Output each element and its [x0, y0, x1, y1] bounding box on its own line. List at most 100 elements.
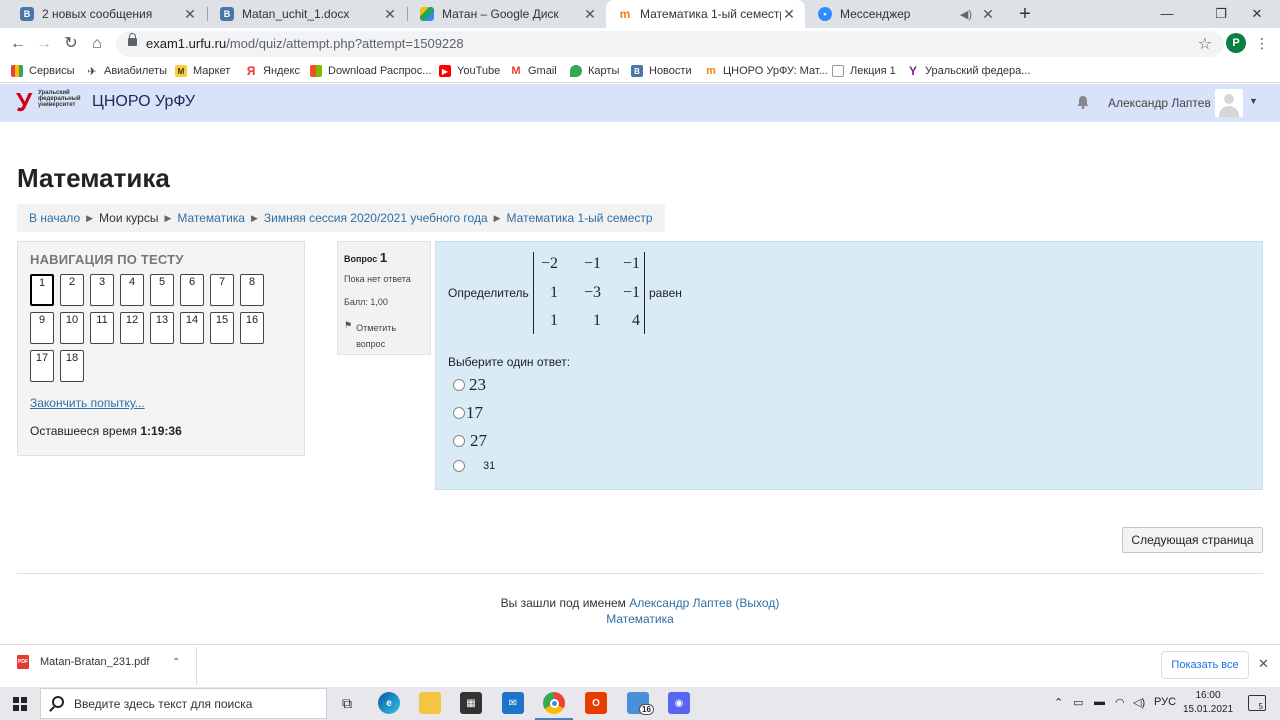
question-nav-button[interactable]: 10: [60, 312, 84, 344]
close-icon[interactable]: ✕: [582, 6, 598, 23]
close-icon[interactable]: ✕: [781, 6, 797, 23]
bookmark-gmail[interactable]: M Gmail: [510, 63, 556, 79]
question-nav-button[interactable]: 16: [240, 312, 264, 344]
taskbar-clock[interactable]: 16:00 15.01.2021: [1180, 689, 1236, 717]
profile-avatar[interactable]: P: [1226, 33, 1246, 53]
volume-icon[interactable]: ◁): [1133, 696, 1145, 709]
user-avatar[interactable]: [1215, 89, 1243, 117]
close-icon[interactable]: ✕: [1258, 656, 1269, 672]
browser-tab-4-active[interactable]: m Математика 1-ый семестр ✕: [606, 0, 805, 28]
question-nav-button[interactable]: 8: [240, 274, 264, 306]
answer-radio[interactable]: [453, 460, 465, 472]
bookmark-youtube[interactable]: ▶ YouTube: [439, 63, 500, 79]
close-icon[interactable]: ✕: [980, 6, 996, 23]
taskbar-search-input[interactable]: Введите здесь текст для поиска: [40, 688, 327, 719]
question-nav-button[interactable]: 4: [120, 274, 144, 306]
bookmark-tsnoro[interactable]: m ЦНОРО УрФУ: Мат...: [705, 63, 828, 79]
forward-button[interactable]: →: [33, 33, 55, 55]
browser-tab-5[interactable]: ▪ Мессенджер ◀) ✕: [806, 0, 1004, 28]
question-nav-button[interactable]: 18: [60, 350, 84, 382]
browser-tab-2[interactable]: B Matan_uchit_1.docx ✕: [208, 0, 406, 28]
breadcrumb-course[interactable]: Математика: [177, 211, 245, 225]
bookmark-star-icon[interactable]: ☆: [1198, 34, 1212, 54]
question-nav-button[interactable]: 7: [210, 274, 234, 306]
file-explorer-icon[interactable]: [419, 692, 441, 714]
answer-radio[interactable]: [453, 407, 465, 419]
question-nav-button[interactable]: 14: [180, 312, 204, 344]
next-page-button[interactable]: Следующая страница: [1122, 527, 1263, 553]
bookmark-download[interactable]: Download Распрос...: [310, 63, 431, 79]
browser-menu-icon[interactable]: ⋮: [1255, 34, 1269, 52]
store-icon[interactable]: ▦: [460, 692, 482, 714]
answer-option[interactable]: [453, 407, 465, 419]
answer-option[interactable]: [453, 379, 465, 391]
question-nav-button[interactable]: 17: [30, 350, 54, 382]
question-nav-button-current[interactable]: 1: [30, 274, 54, 306]
close-icon[interactable]: ✕: [382, 6, 398, 23]
chevron-down-icon[interactable]: ▼: [1249, 96, 1258, 106]
bookmark-lecture[interactable]: Лекция 1: [832, 63, 896, 79]
download-item[interactable]: PDF Matan-Bratan_231.pdf: [17, 655, 149, 669]
user-name[interactable]: Александр Лаптев: [1108, 96, 1211, 110]
answer-label[interactable]: 23: [469, 375, 486, 395]
task-view-icon[interactable]: ⧉: [336, 692, 358, 714]
question-nav-button[interactable]: 6: [180, 274, 204, 306]
notification-bell-icon[interactable]: [1075, 94, 1091, 110]
question-nav-button[interactable]: 2: [60, 274, 84, 306]
breadcrumb-quiz[interactable]: Математика 1-ый семестр: [507, 211, 653, 225]
speaker-icon[interactable]: ◀): [960, 8, 972, 21]
bookmark-maps[interactable]: Карты: [570, 63, 619, 79]
footer-course-link[interactable]: Математика: [606, 612, 674, 626]
edge-icon[interactable]: e: [378, 692, 400, 714]
reload-button[interactable]: ↻: [60, 33, 82, 55]
network-icon[interactable]: ▭: [1073, 696, 1083, 709]
answer-option[interactable]: [453, 460, 465, 472]
chevron-up-icon[interactable]: ⌃: [172, 657, 180, 668]
office-icon[interactable]: O: [585, 692, 607, 714]
site-name[interactable]: ЦНОРО УрФУ: [92, 93, 195, 111]
home-button[interactable]: ⌂: [86, 33, 108, 55]
windows-start-icon[interactable]: [13, 697, 27, 711]
show-all-downloads-button[interactable]: Показать все: [1161, 651, 1249, 679]
finish-attempt-link[interactable]: Закончить попытку...: [30, 396, 145, 410]
back-button[interactable]: ←: [7, 33, 29, 55]
browser-tab-1[interactable]: B 2 новых сообщения ✕: [8, 0, 206, 28]
question-nav-button[interactable]: 15: [210, 312, 234, 344]
answer-radio[interactable]: [453, 379, 465, 391]
wifi-icon[interactable]: ◠: [1115, 696, 1125, 709]
bookmark-news[interactable]: B Новости: [631, 63, 692, 79]
close-window-button[interactable]: ✕: [1234, 0, 1280, 28]
chevron-up-icon[interactable]: ⌃: [1054, 696, 1063, 709]
bookmark-urfu[interactable]: Y Уральский федера...: [907, 63, 1030, 79]
close-icon[interactable]: ✕: [182, 6, 198, 23]
bookmark-avia[interactable]: ✈ Авиабилеты: [86, 63, 167, 79]
address-bar[interactable]: exam1.urfu.ru/mod/quiz/attempt.php?attem…: [116, 31, 1224, 57]
language-indicator[interactable]: РУС: [1154, 696, 1176, 708]
mail-icon[interactable]: ✉: [502, 692, 524, 714]
question-nav-button[interactable]: 3: [90, 274, 114, 306]
new-tab-button[interactable]: +: [1013, 2, 1037, 26]
question-nav-button[interactable]: 5: [150, 274, 174, 306]
browser-tab-3[interactable]: Матан – Google Диск ✕: [408, 0, 606, 28]
breadcrumb-session[interactable]: Зимняя сессия 2020/2021 учебного года: [264, 211, 488, 225]
bookmark-yandex[interactable]: Я Яндекс: [245, 63, 300, 79]
urfu-logo[interactable]: У Уральский федеральный университет: [16, 87, 86, 119]
question-nav-button[interactable]: 12: [120, 312, 144, 344]
answer-label[interactable]: 31: [483, 460, 495, 472]
answer-label[interactable]: 27: [470, 431, 487, 451]
chrome-icon[interactable]: [535, 692, 573, 720]
question-nav-button[interactable]: 11: [90, 312, 114, 344]
bookmark-market[interactable]: М Маркет: [175, 63, 230, 79]
bookmark-services[interactable]: Сервисы: [11, 63, 75, 79]
minimize-button[interactable]: —: [1144, 0, 1190, 28]
answer-option[interactable]: [453, 435, 465, 447]
logout-link[interactable]: (Выход): [735, 596, 779, 610]
question-nav-button[interactable]: 13: [150, 312, 174, 344]
answer-label[interactable]: 17: [466, 403, 483, 423]
footer-user-link[interactable]: Александр Лаптев: [629, 596, 732, 610]
discord-icon[interactable]: ◉: [668, 692, 690, 714]
answer-radio[interactable]: [453, 435, 465, 447]
battery-icon[interactable]: ▬: [1094, 696, 1105, 708]
question-nav-button[interactable]: 9: [30, 312, 54, 344]
breadcrumb-home[interactable]: В начало: [29, 211, 80, 225]
